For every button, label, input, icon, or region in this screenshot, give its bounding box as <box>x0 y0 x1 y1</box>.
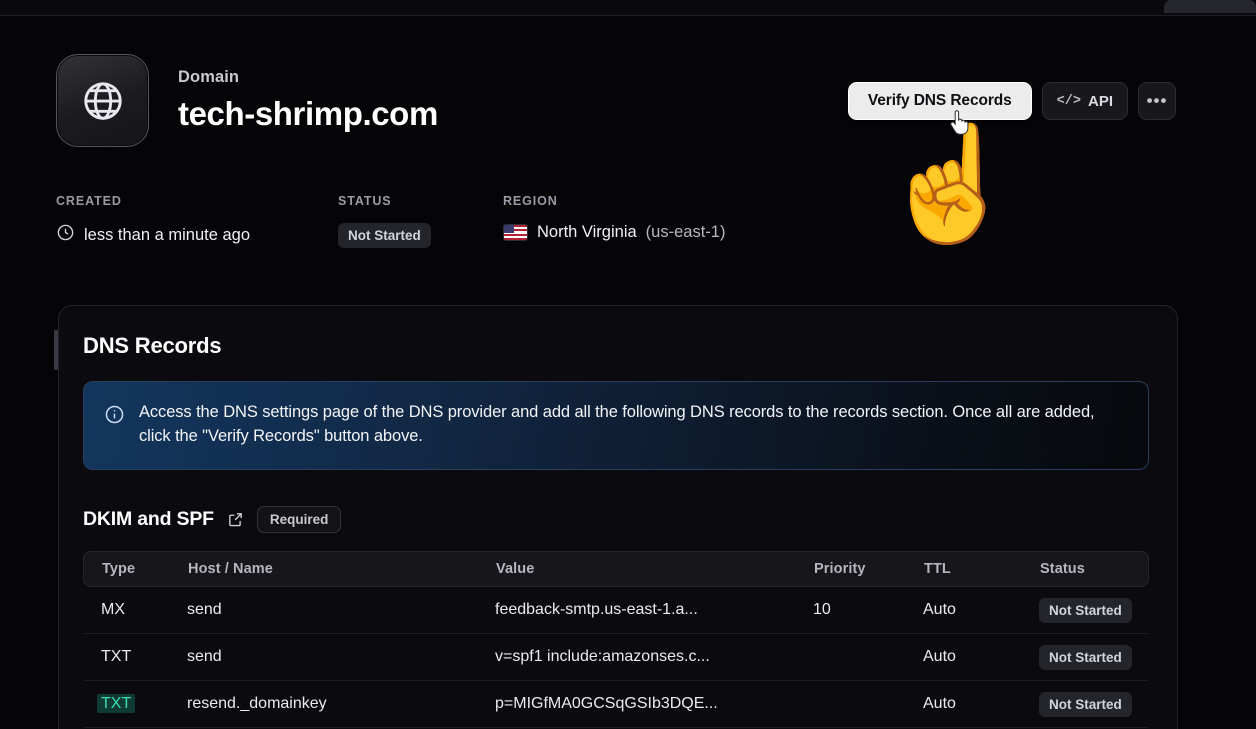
verify-dns-records-button[interactable]: Verify DNS Records <box>847 82 1032 120</box>
info-banner-text: Access the DNS settings page of the DNS … <box>139 403 1095 445</box>
header-actions: Verify DNS Records </> API ••• <box>847 82 1176 120</box>
meta-region: REGION North Virginia (us-east-1) <box>503 194 725 248</box>
api-button-label: API <box>1087 92 1113 110</box>
meta-region-code: (us-east-1) <box>645 223 726 241</box>
table-row[interactable]: TXT send v=spf1 include:amazonses.c... A… <box>83 634 1149 681</box>
browser-top-strip <box>0 0 1256 16</box>
meta-region-value-row: North Virginia (us-east-1) <box>503 223 725 242</box>
column-header-type: Type <box>102 561 136 577</box>
browser-tab-stub[interactable] <box>1164 0 1256 13</box>
column-header-host: Host / Name <box>188 561 273 577</box>
table-row[interactable]: MX send feedback-smtp.us-east-1.a... 10 … <box>83 587 1149 634</box>
cell-type: TXT <box>97 694 136 713</box>
code-icon: </> <box>1056 93 1081 109</box>
meta-created-value-row: less than a minute ago <box>56 223 338 247</box>
page-root: Domain tech-shrimp.com Verify DNS Record… <box>0 0 1256 729</box>
more-options-button[interactable]: ••• <box>1138 82 1176 120</box>
table-header-row: Type Host / Name Value Priority TTL Stat… <box>83 551 1149 587</box>
meta-status: STATUS Not Started <box>338 194 503 248</box>
meta-created-label: CREATED <box>56 194 122 208</box>
info-banner: Access the DNS settings page of the DNS … <box>83 381 1149 470</box>
meta-region-value: North Virginia <box>537 223 637 241</box>
cell-ttl: Auto <box>923 601 956 618</box>
pointing-hand-emoji: ☝️ <box>880 121 1020 246</box>
dns-records-table: Type Host / Name Value Priority TTL Stat… <box>83 551 1149 729</box>
ellipsis-icon: ••• <box>1146 91 1168 110</box>
meta-region-label: REGION <box>503 194 558 208</box>
cell-ttl: Auto <box>923 695 956 712</box>
cell-type: TXT <box>101 648 132 665</box>
cell-type: MX <box>101 601 125 618</box>
column-header-ttl: TTL <box>924 561 951 577</box>
us-flag-icon <box>503 224 528 241</box>
meta-status-value-row: Not Started <box>338 223 503 248</box>
column-header-status: Status <box>1040 561 1085 577</box>
cell-ttl: Auto <box>923 648 956 665</box>
domain-header-row: Domain tech-shrimp.com <box>56 54 438 147</box>
cell-value: feedback-smtp.us-east-1.a... <box>495 601 698 618</box>
dkim-spf-title: DKIM and SPF <box>83 508 214 530</box>
cell-host: resend._domainkey <box>187 695 327 712</box>
dkim-spf-section-header: DKIM and SPF Required <box>83 506 342 533</box>
external-link-icon[interactable] <box>227 511 244 528</box>
domain-header-text: Domain tech-shrimp.com <box>178 69 438 132</box>
domain-header: Domain tech-shrimp.com <box>56 54 438 147</box>
domain-meta-row: CREATED less than a minute ago STATUS No… <box>56 194 725 248</box>
meta-created: CREATED less than a minute ago <box>56 194 338 248</box>
domain-kicker: Domain <box>178 67 240 86</box>
cell-priority: 10 <box>813 601 831 618</box>
table-row[interactable]: TXT resend._domainkey p=MIGfMA0GCSqGSIb3… <box>83 681 1149 728</box>
dns-records-title: DNS Records <box>83 333 222 358</box>
status-badge: Not Started <box>338 223 431 248</box>
column-header-value: Value <box>496 561 535 577</box>
clock-icon <box>56 223 75 247</box>
meta-status-label: STATUS <box>338 194 392 208</box>
info-icon <box>104 404 125 430</box>
row-status-badge: Not Started <box>1039 644 1132 670</box>
meta-created-value: less than a minute ago <box>84 225 251 244</box>
cell-host: send <box>187 601 222 618</box>
row-status-badge: Not Started <box>1039 597 1132 623</box>
required-badge: Required <box>256 506 342 533</box>
api-button[interactable]: </> API <box>1041 82 1128 120</box>
cell-value: p=MIGfMA0GCSqGSIb3DQE... <box>495 695 718 712</box>
cell-value: v=spf1 include:amazonses.c... <box>495 648 710 665</box>
row-status-badge: Not Started <box>1039 691 1132 717</box>
cell-host: send <box>187 648 222 665</box>
page-title: tech-shrimp.com <box>178 95 438 133</box>
globe-icon <box>56 54 149 147</box>
dns-records-card: DNS Records Access the DNS settings page… <box>58 305 1178 729</box>
column-header-priority: Priority <box>814 561 866 577</box>
